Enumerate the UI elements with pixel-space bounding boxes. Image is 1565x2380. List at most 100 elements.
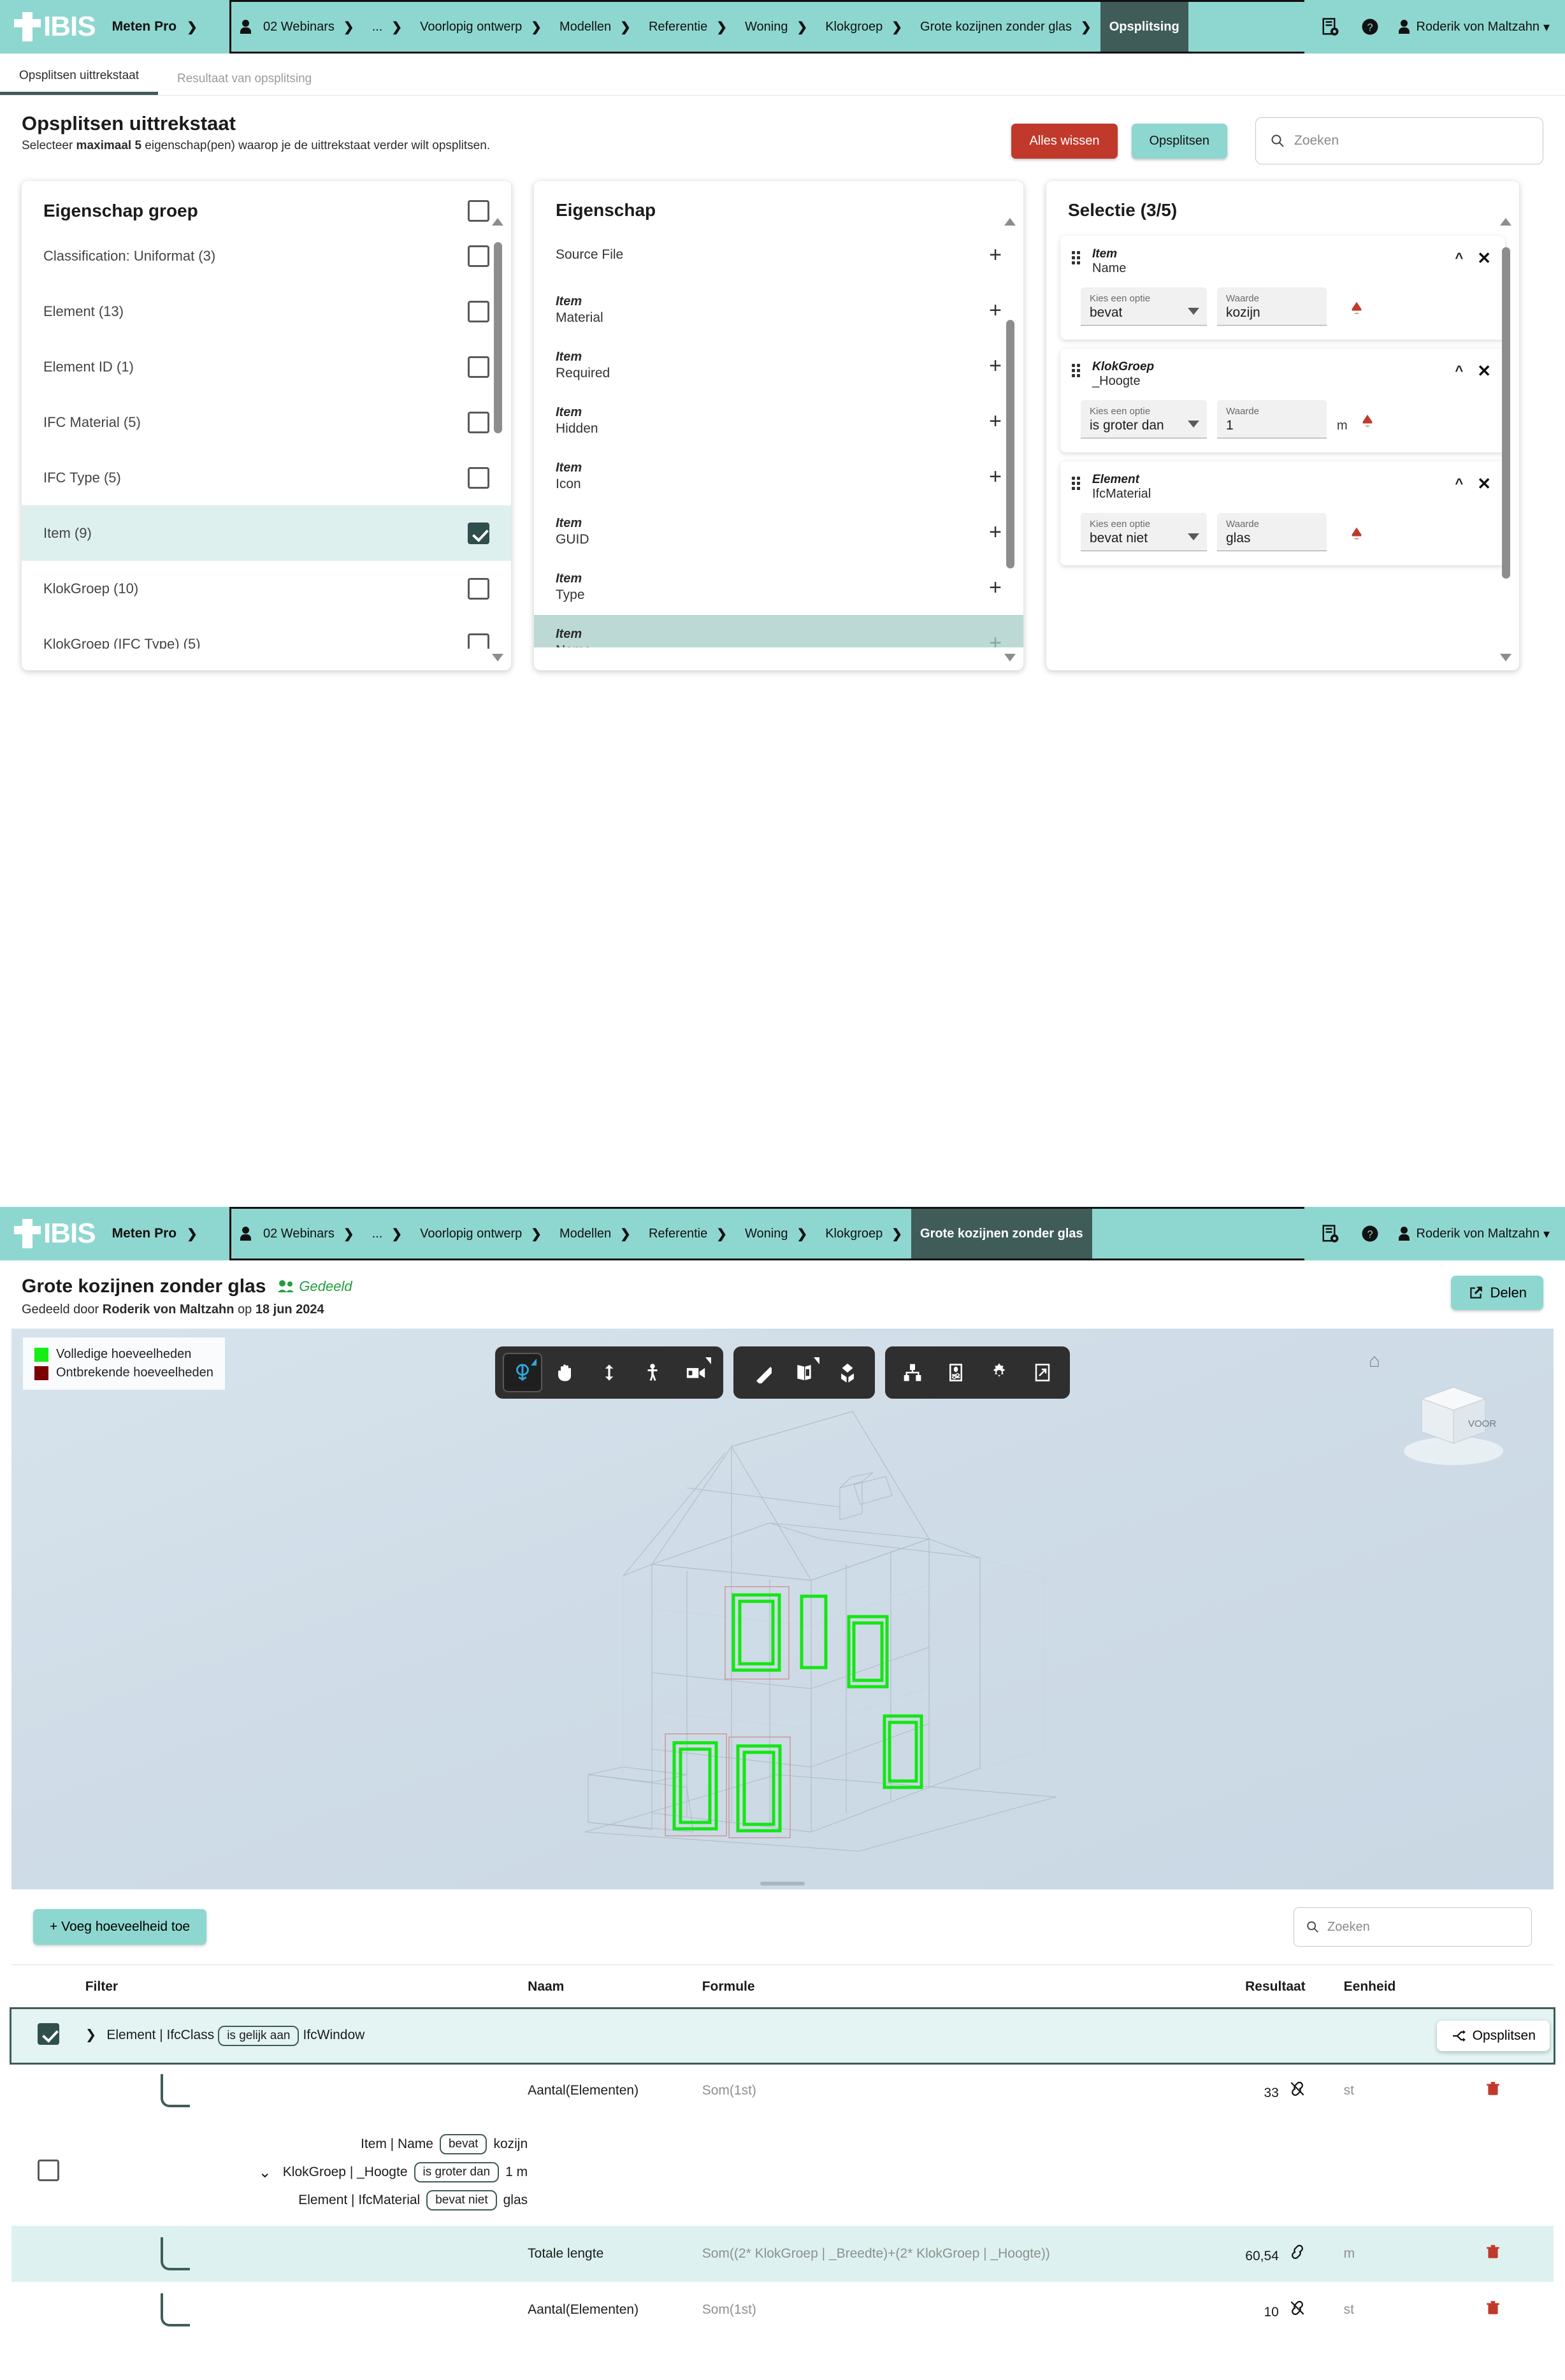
table-search-input[interactable]: Zoeken (1294, 1907, 1532, 1947)
drag-handle-icon[interactable] (1072, 251, 1083, 268)
add-property-icon[interactable]: + (989, 577, 1002, 598)
list-item[interactable]: Item Hidden + (534, 393, 1023, 449)
user-menu[interactable]: Roderik von Maltzahn ▾ (1398, 19, 1550, 35)
delete-row-button[interactable] (1485, 2244, 1501, 2265)
breadcrumb-item-referentie[interactable]: Referentie ❯ (640, 1209, 736, 1259)
list-item[interactable]: IFC Material (5) (22, 394, 511, 450)
expand-icon[interactable]: ❯ (85, 2028, 97, 2042)
app-name[interactable]: Meten Pro ❯ (112, 1226, 198, 1242)
filter-operator-chip[interactable]: is gelijk aan (218, 2026, 299, 2046)
select-all-groups-checkbox[interactable] (468, 200, 489, 222)
list-item[interactable]: Classification: Uniformat (3) (22, 228, 511, 284)
collapse-icon[interactable]: ^ (1455, 363, 1463, 379)
breadcrumb-item-[interactable]: ... ❯ (363, 1209, 411, 1259)
close-icon[interactable]: ✕ (1477, 363, 1491, 379)
list-item-checkbox[interactable] (468, 522, 489, 544)
scrollbar-thumb[interactable] (494, 242, 502, 433)
list-item[interactable]: IFC Type (5) (22, 450, 511, 505)
scroll-up-icon[interactable] (1500, 218, 1511, 226)
scroll-down-icon[interactable] (1500, 654, 1511, 661)
property-group-list[interactable]: Classification: Uniformat (3) Element (13… (22, 228, 511, 649)
scroll-down-icon[interactable] (1004, 654, 1016, 661)
filter-operator-chip[interactable]: is groter dan (414, 2162, 500, 2182)
list-item[interactable]: Item Material + (534, 282, 1023, 338)
breadcrumb-item-voorlopig-ontwerp[interactable]: Voorlopig ontwerp ❯ (411, 2, 551, 52)
report-settings-icon[interactable] (1320, 16, 1341, 38)
add-property-icon[interactable]: + (989, 521, 1002, 543)
add-property-icon[interactable]: + (989, 244, 1002, 266)
list-item[interactable]: Item Type + (534, 559, 1023, 615)
breadcrumb-item-klokgroep[interactable]: Klokgroep ❯ (816, 2, 911, 52)
scroll-down-icon[interactable] (492, 654, 503, 661)
list-item[interactable]: Element ID (1) (22, 339, 511, 394)
list-item[interactable]: Source File + (534, 227, 1023, 282)
split-button[interactable]: Opsplitsen (1131, 123, 1227, 159)
property-scrollbar[interactable] (1003, 218, 1017, 661)
scrollbar-thumb[interactable] (1006, 320, 1014, 568)
scroll-up-icon[interactable] (1004, 218, 1016, 226)
add-property-icon[interactable]: + (989, 410, 1002, 432)
list-item-checkbox[interactable] (468, 411, 489, 433)
list-item[interactable]: KlokGroep (10) (22, 561, 511, 616)
drag-handle-icon[interactable] (1072, 477, 1083, 493)
user-menu[interactable]: Roderik von Maltzahn ▾ (1398, 1226, 1550, 1242)
collapse-icon[interactable]: ^ (1455, 475, 1463, 492)
ibis-logo[interactable]: IBIS (14, 1219, 96, 1248)
delete-row-button[interactable] (1485, 2300, 1501, 2321)
filter-operator-chip[interactable]: bevat niet (426, 2190, 497, 2211)
help-icon[interactable]: ? (1359, 16, 1381, 38)
operator-select[interactable]: Kies een optie bevat (1081, 287, 1207, 326)
operator-select[interactable]: Kies een optie bevat niet (1081, 513, 1207, 551)
delete-row-button[interactable] (1485, 2081, 1501, 2102)
app-name[interactable]: Meten Pro ❯ (112, 19, 198, 35)
add-property-icon[interactable]: + (989, 355, 1002, 377)
table-row[interactable]: ❯ Element | IfcClass is gelijk aan IfcWindo… (10, 2007, 1555, 2065)
breadcrumb-item-modellen[interactable]: Modellen ❯ (551, 1209, 640, 1259)
report-settings-icon[interactable] (1320, 1223, 1341, 1244)
clear-value-icon[interactable] (1358, 412, 1377, 438)
list-item[interactable]: Item GUID + (534, 504, 1023, 559)
close-icon[interactable]: ✕ (1477, 475, 1491, 492)
list-item-checkbox[interactable] (468, 356, 489, 378)
list-item[interactable]: Item Icon + (534, 449, 1023, 504)
breadcrumb-item-woning[interactable]: Woning ❯ (736, 2, 816, 52)
value-input[interactable]: Waarde kozijn (1217, 287, 1327, 326)
collapse-icon[interactable]: ⌄ (259, 2163, 271, 2182)
search-input[interactable]: Zoeken (1255, 117, 1543, 164)
breadcrumb-item-modellen[interactable]: Modellen ❯ (551, 2, 640, 52)
property-group-scrollbar[interactable] (491, 218, 505, 661)
breadcrumb-item-[interactable]: ... ❯ (363, 2, 411, 52)
scrollbar-thumb[interactable] (1502, 247, 1510, 579)
breadcrumb-item-referentie[interactable]: Referentie ❯ (640, 2, 736, 52)
scroll-up-icon[interactable] (492, 218, 503, 226)
add-quantity-button[interactable]: + Voeg hoeveelheid toe (33, 1909, 207, 1945)
breadcrumb-item-02-webinars[interactable]: 02 Webinars ❯ (231, 1209, 363, 1259)
breadcrumb-item-klokgroep[interactable]: Klokgroep ❯ (816, 1209, 911, 1259)
clear-all-button[interactable]: Alles wissen (1011, 123, 1118, 159)
list-item[interactable]: Item Name + (534, 615, 1023, 647)
list-item-checkbox[interactable] (468, 577, 489, 600)
filter-operator-chip[interactable]: bevat (439, 2134, 487, 2154)
breadcrumb-item-voorlopig-ontwerp[interactable]: Voorlopig ontwerp ❯ (411, 1209, 551, 1259)
clear-value-icon[interactable] (1347, 525, 1366, 551)
collapse-icon[interactable]: ^ (1455, 250, 1463, 266)
tab-opsplitsen-uittrekstaat[interactable]: Opsplitsen uittrekstaat (0, 69, 158, 95)
breadcrumb-item-02-webinars[interactable]: 02 Webinars ❯ (231, 2, 363, 52)
split-row-button[interactable]: Opsplitsen (1436, 2021, 1550, 2051)
row-checkbox[interactable] (37, 2023, 59, 2045)
row-checkbox[interactable] (37, 2160, 59, 2181)
selection-scrollbar[interactable] (1499, 218, 1513, 661)
add-property-icon[interactable]: + (989, 466, 1002, 487)
table-row[interactable]: Item | Name bevat kozijn ⌄ KlokGroep | _Hoog… (11, 2119, 1554, 2226)
value-input[interactable]: Waarde 1 (1217, 400, 1327, 438)
breadcrumb-item-grote-kozijnen-zonder-glas[interactable]: Grote kozijnen zonder glas ❯ (911, 2, 1100, 52)
value-input[interactable]: Waarde glas (1217, 513, 1327, 551)
clear-value-icon[interactable] (1347, 299, 1366, 326)
list-item[interactable]: Item (9) (22, 505, 511, 561)
list-item-checkbox[interactable] (468, 300, 489, 322)
drag-handle-icon[interactable] (1072, 364, 1083, 380)
model-viewer[interactable]: Volledige hoeveelheden Ontbrekende hoevee… (11, 1329, 1554, 1889)
property-list[interactable]: Source File + Item Material + Item Required + It… (534, 227, 1023, 647)
breadcrumb-item-woning[interactable]: Woning ❯ (736, 1209, 816, 1259)
close-icon[interactable]: ✕ (1477, 250, 1491, 266)
